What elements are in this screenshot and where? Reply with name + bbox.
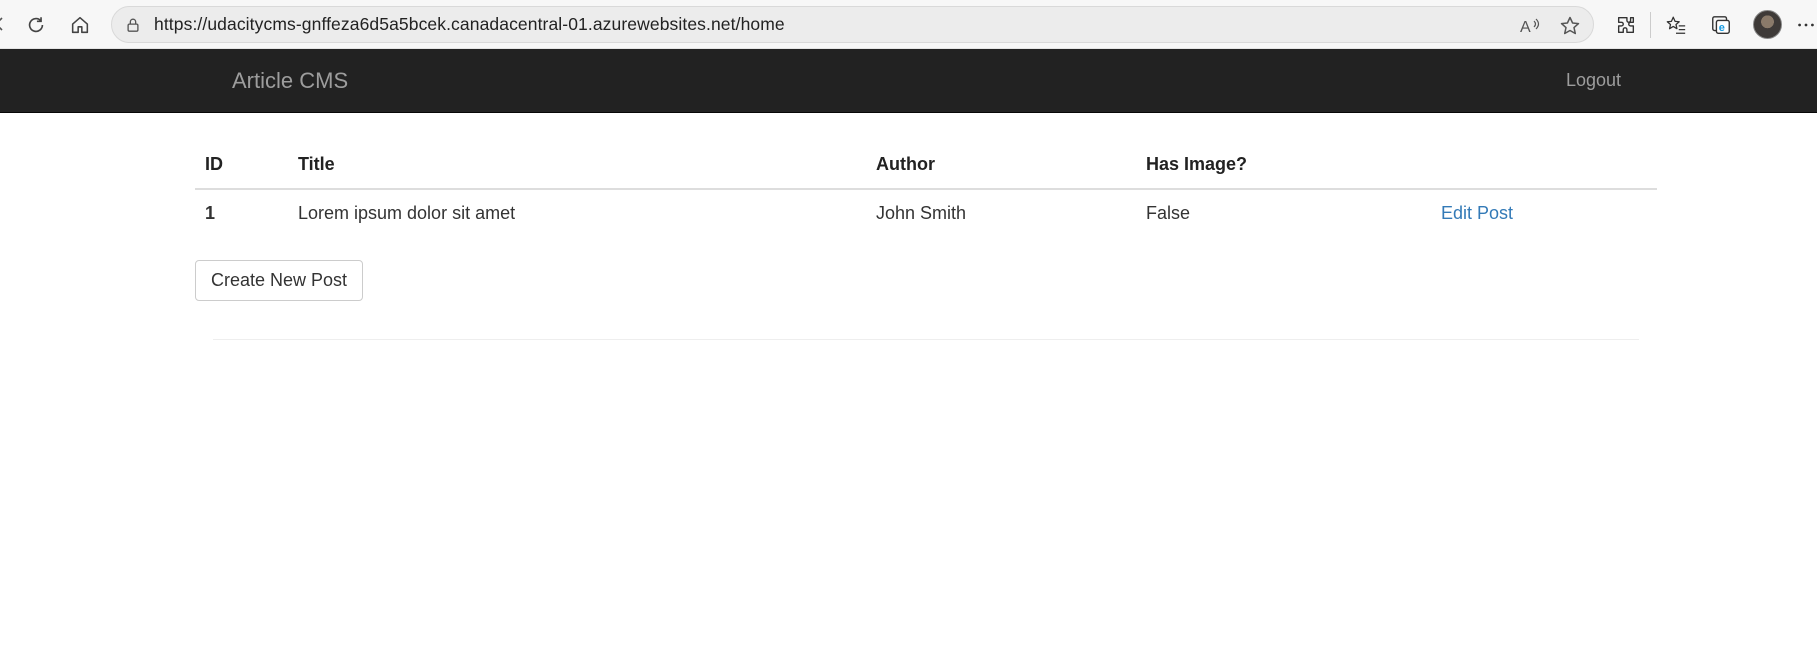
table-row: 1 Lorem ipsum dolor sit amet John Smith … [195,188,1657,236]
url-host: https://udacitycms-gnffeza6d5a5bcek.cana… [154,14,736,34]
back-icon[interactable] [0,14,4,34]
cell-id: 1 [195,188,288,236]
cell-title: Lorem ipsum dolor sit amet [288,188,866,236]
cell-has-image: False [1136,188,1431,236]
brand-link[interactable]: Article CMS [232,68,348,94]
cell-author: John Smith [866,188,1136,236]
profile-avatar[interactable] [1753,10,1782,39]
extensions-icon[interactable] [1612,11,1640,39]
collections-icon[interactable]: e [1707,11,1735,39]
header-has-image: Has Image? [1136,140,1431,190]
svg-text:A: A [1520,19,1531,36]
svg-text:e: e [1719,22,1725,34]
logout-link[interactable]: Logout [1566,70,1621,91]
header-actions [1431,140,1657,190]
header-title: Title [288,140,866,190]
url-text: https://udacitycms-gnffeza6d5a5bcek.cana… [154,14,785,35]
footer-divider [213,339,1639,340]
header-author: Author [866,140,1136,190]
favorites-icon[interactable] [1662,11,1690,39]
cell-actions: Edit Post [1431,188,1657,236]
refresh-icon[interactable] [21,10,51,40]
header-id: ID [195,140,288,190]
browser-toolbar: https://udacitycms-gnffeza6d5a5bcek.cana… [0,0,1817,49]
home-icon[interactable] [65,10,95,40]
lock-icon[interactable] [124,16,142,34]
edit-post-link[interactable]: Edit Post [1441,203,1513,223]
favorite-star-icon[interactable] [1558,14,1582,38]
address-bar[interactable]: https://udacitycms-gnffeza6d5a5bcek.cana… [111,6,1594,43]
table-header-row: ID Title Author Has Image? [195,140,1657,190]
app-navbar: Article CMS Logout [0,49,1817,113]
more-icon[interactable] [1794,11,1817,39]
toolbar-divider [1650,12,1651,38]
url-path: /home [735,14,785,34]
read-aloud-icon[interactable]: A [1518,14,1542,38]
create-new-post-button[interactable]: Create New Post [195,260,364,301]
posts-table: ID Title Author Has Image? 1 Lorem ipsum… [195,140,1657,236]
